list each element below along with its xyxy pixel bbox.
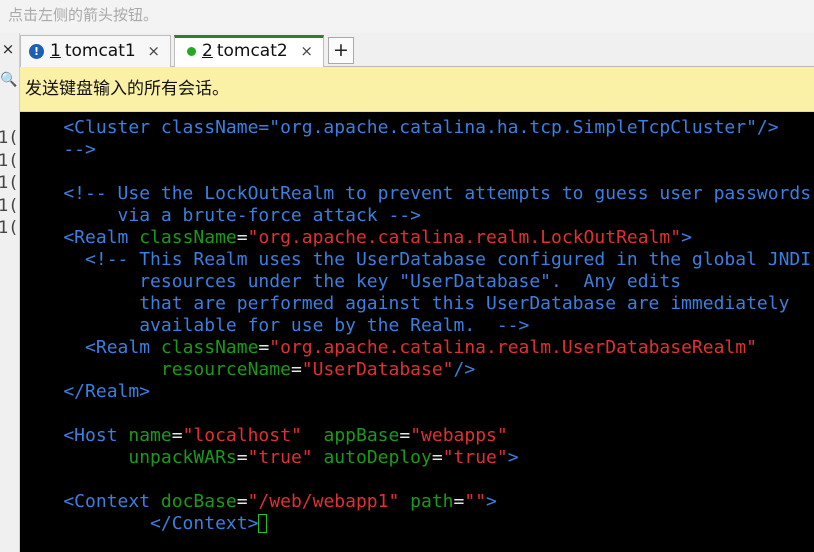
terminal-line: unpackWARs="true" autoDeploy="true"> bbox=[20, 447, 814, 469]
terminal-output: <Cluster className="org.apache.catalina.… bbox=[20, 117, 814, 552]
session-list-item[interactable]: 1( bbox=[0, 217, 20, 240]
close-tab-icon[interactable]: × bbox=[300, 38, 313, 65]
left-session-panel bbox=[0, 33, 20, 552]
tab-index: 2 bbox=[202, 41, 213, 61]
code-token: unpackWARs bbox=[128, 447, 237, 468]
search-icon[interactable]: 🔍 bbox=[0, 72, 17, 88]
code-token: "localhost" bbox=[182, 425, 302, 446]
code-token: = bbox=[399, 425, 411, 446]
code-token: = bbox=[236, 447, 248, 468]
code-token: via a brute-force attack --> bbox=[20, 205, 421, 226]
terminal-view[interactable]: <Cluster className="org.apache.catalina.… bbox=[20, 112, 814, 552]
code-token: that are performed against this UserData… bbox=[20, 293, 790, 314]
warning-icon: ! bbox=[29, 43, 44, 59]
code-token: "" bbox=[464, 491, 487, 512]
close-tab-icon[interactable]: × bbox=[147, 36, 160, 66]
code-token: path bbox=[410, 491, 454, 512]
session-list-item[interactable]: 1( bbox=[0, 150, 20, 173]
code-token: "org.apache.catalina.realm.UserDatabaseR… bbox=[269, 337, 757, 358]
connected-dot-icon bbox=[187, 46, 196, 56]
add-tab-button[interactable]: + bbox=[328, 37, 354, 64]
hint-text: 点击左侧的箭头按钮。 bbox=[0, 0, 814, 33]
code-token: "UserDatabase" bbox=[301, 359, 454, 380]
code-token: </Realm> bbox=[20, 381, 151, 402]
code-token: available for use by the Realm. --> bbox=[20, 315, 530, 336]
session-list: 1( 1( 1( 1( 1( bbox=[0, 127, 20, 240]
text-cursor bbox=[258, 514, 268, 533]
code-token: resources under the key "UserDatabase". … bbox=[20, 271, 682, 292]
terminal-line: resources under the key "UserDatabase". … bbox=[20, 271, 814, 293]
code-token: <Context bbox=[20, 491, 161, 512]
terminal-line: --> bbox=[20, 139, 814, 161]
code-token: <!-- Use the LockOutRealm to prevent att… bbox=[20, 183, 812, 204]
session-list-item[interactable]: 1( bbox=[0, 172, 20, 195]
terminal-line: available for use by the Realm. --> bbox=[20, 315, 814, 337]
code-token: <Host bbox=[20, 425, 129, 446]
code-token: className bbox=[160, 337, 259, 358]
close-panel-icon[interactable]: × bbox=[0, 40, 16, 58]
code-token: /> bbox=[453, 359, 476, 380]
code-token: = bbox=[236, 491, 248, 512]
code-token: <Cluster className="org.apache.catalina.… bbox=[20, 117, 779, 138]
code-token: "true" bbox=[247, 447, 313, 468]
code-token: = bbox=[258, 337, 270, 358]
code-token: </Context> bbox=[20, 513, 259, 534]
code-token: <Realm bbox=[20, 337, 161, 358]
terminal-line: </Realm> bbox=[20, 381, 814, 403]
code-token: <!-- This Realm uses the UserDatabase co… bbox=[20, 249, 812, 270]
code-token: autoDeploy bbox=[323, 447, 432, 468]
code-token: > bbox=[486, 491, 497, 512]
code-token: "webapps" bbox=[410, 425, 508, 446]
terminal-line: <!-- Use the LockOutRealm to prevent att… bbox=[20, 183, 814, 205]
code-token: appBase bbox=[323, 425, 400, 446]
tab-label: tomcat2 bbox=[216, 41, 288, 61]
code-token: > bbox=[507, 447, 519, 468]
terminal-line: <Realm className="org.apache.catalina.re… bbox=[20, 337, 814, 359]
tab-bar: ! 1 tomcat1 × 2 tomcat2 × + bbox=[20, 33, 814, 67]
code-token: > bbox=[681, 227, 692, 248]
code-token: = bbox=[171, 425, 183, 446]
code-token: resourceName bbox=[160, 359, 291, 380]
code-token: = bbox=[453, 491, 465, 512]
code-token: "/web/webapp1" bbox=[247, 491, 400, 512]
terminal-line: that are performed against this UserData… bbox=[20, 293, 814, 315]
tab-tomcat2[interactable]: 2 tomcat2 × bbox=[174, 35, 324, 67]
send-to-all-banner: 发送键盘输入的所有会话。 bbox=[20, 67, 814, 112]
session-list-item[interactable]: 1( bbox=[0, 195, 20, 218]
terminal-line: via a brute-force attack --> bbox=[20, 205, 814, 227]
terminal-line: <!-- This Realm uses the UserDatabase co… bbox=[20, 249, 814, 271]
code-token: = bbox=[236, 227, 248, 248]
terminal-line: <Host name="localhost" appBase="webapps" bbox=[20, 425, 814, 447]
tab-tomcat1[interactable]: ! 1 tomcat1 × bbox=[20, 35, 171, 67]
terminal-line: resourceName="UserDatabase"/> bbox=[20, 359, 814, 381]
terminal-line: <Context docBase="/web/webapp1" path=""> bbox=[20, 491, 814, 513]
tab-index: 1 bbox=[50, 41, 61, 61]
session-list-item[interactable]: 1( bbox=[0, 127, 20, 150]
terminal-line: <Cluster className="org.apache.catalina.… bbox=[20, 117, 814, 139]
code-token: <Realm bbox=[20, 227, 140, 248]
code-token: "true" bbox=[442, 447, 508, 468]
tab-label: tomcat1 bbox=[64, 41, 136, 61]
terminal-line: </Context> bbox=[20, 513, 814, 535]
code-token: "org.apache.catalina.realm.LockOutRealm" bbox=[247, 227, 682, 248]
code-token: --> bbox=[20, 139, 96, 160]
code-token: docBase bbox=[160, 491, 237, 512]
code-token: = bbox=[290, 359, 302, 380]
code-token: = bbox=[431, 447, 443, 468]
code-token: name bbox=[128, 425, 172, 446]
code-token: className bbox=[139, 227, 237, 248]
terminal-line: <Realm className="org.apache.catalina.re… bbox=[20, 227, 814, 249]
